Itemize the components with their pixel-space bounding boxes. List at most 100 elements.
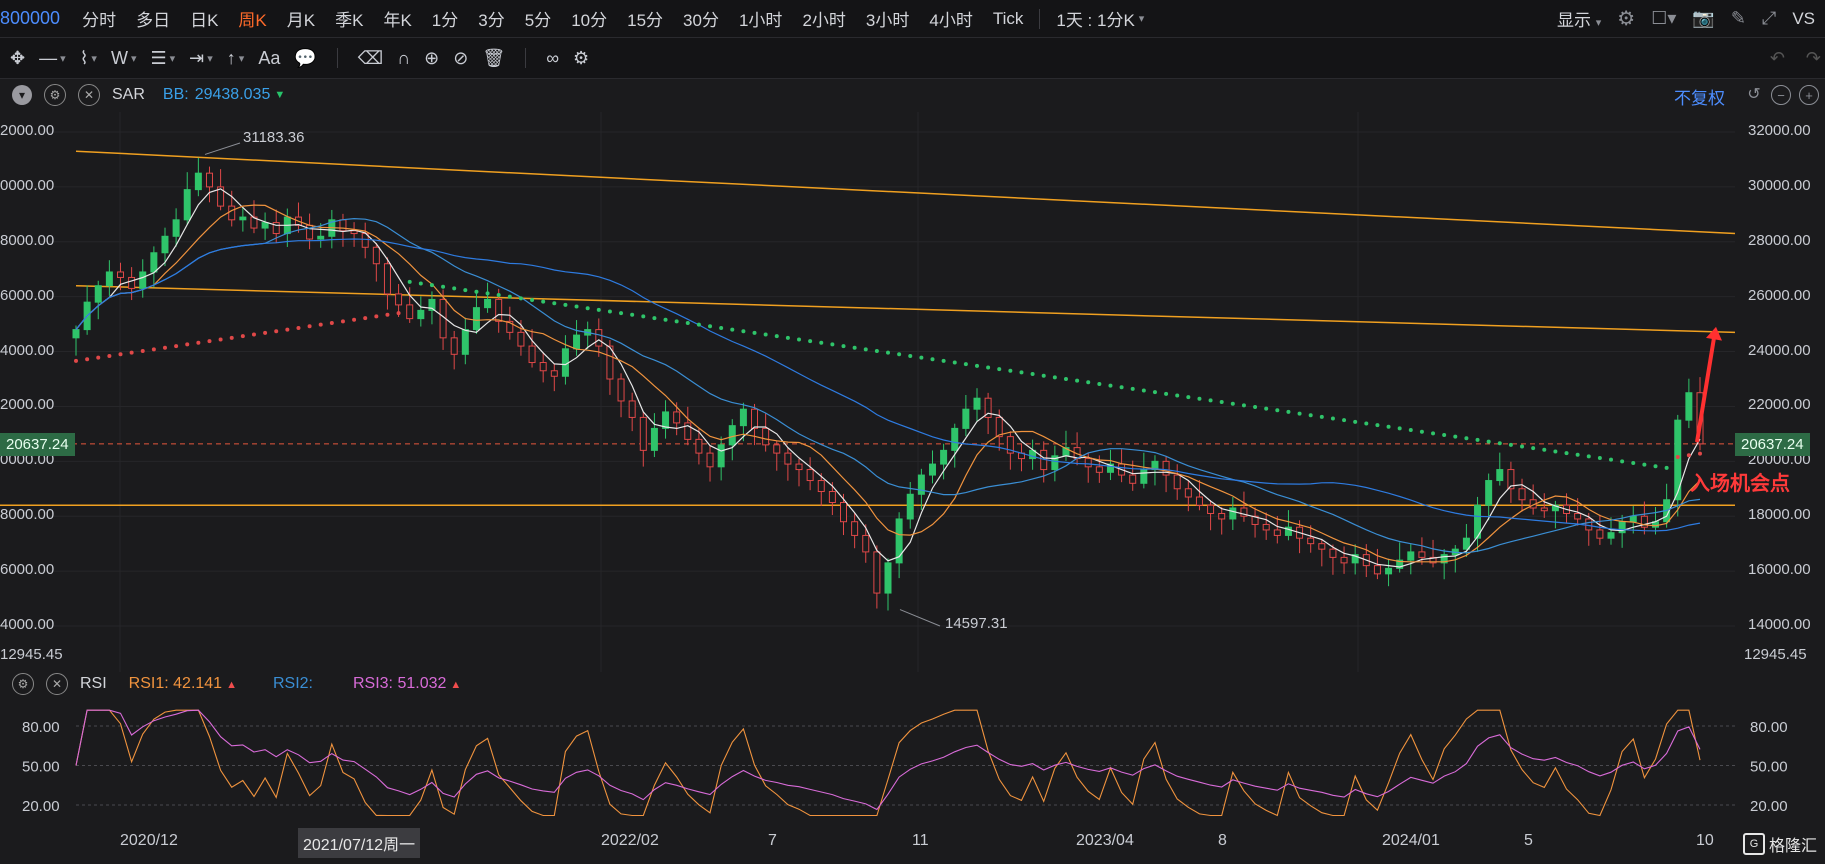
price-chart[interactable] xyxy=(0,112,1825,672)
timeframe-13[interactable]: 1小时 xyxy=(729,6,792,31)
y-tick-right: 18000.00 xyxy=(1748,506,1811,524)
sar-dot xyxy=(1497,441,1502,446)
sar-dot xyxy=(1130,386,1135,391)
redo-icon[interactable]: ↷ xyxy=(1806,48,1821,69)
timeframe-10[interactable]: 10分 xyxy=(561,6,617,31)
settings-icon[interactable]: ⚙ xyxy=(1617,6,1635,31)
y-tick-right: 32000.00 xyxy=(1748,122,1811,139)
rsi-chart[interactable]: 80.00 80.00 50.00 50.00 20.00 20.00 xyxy=(0,696,1825,824)
y-tick-left: 4000.00 xyxy=(0,341,55,359)
candle-body xyxy=(128,276,136,289)
sar-dot xyxy=(1486,439,1491,444)
move-icon[interactable]: ✥ xyxy=(10,48,25,69)
timeframe-9[interactable]: 5分 xyxy=(515,6,561,31)
candle-body xyxy=(1307,537,1315,545)
collapse-icon[interactable]: ▾ xyxy=(12,85,32,105)
timeframe-16[interactable]: 4小时 xyxy=(919,6,982,31)
camera-icon[interactable]: 📷 xyxy=(1692,8,1714,29)
eraser-icon[interactable]: ⌫ xyxy=(358,48,383,69)
sar-dot xyxy=(997,367,1002,372)
timeframe-17[interactable]: Tick xyxy=(983,9,1034,29)
layout-icon[interactable]: ☐▾ xyxy=(1651,8,1676,29)
arrow-tool-icon[interactable]: ↑ ▾ xyxy=(227,48,245,69)
display-menu[interactable]: 显示 ▾ xyxy=(1557,6,1601,31)
sar-dot xyxy=(329,321,334,326)
sar-dot xyxy=(1653,464,1658,469)
timeframe-15[interactable]: 3小时 xyxy=(856,6,919,31)
gear-icon[interactable]: ⚙ xyxy=(573,48,589,69)
undo-icon[interactable]: ↶ xyxy=(1770,48,1785,69)
sar-dot xyxy=(630,312,635,317)
candle-body xyxy=(873,551,881,594)
candle-body xyxy=(261,222,269,229)
sar-dot xyxy=(1264,406,1269,411)
candle-body xyxy=(528,345,536,364)
settings-icon[interactable]: ⚙ xyxy=(44,84,66,106)
timeframe-18[interactable]: 1天 : 1分K xyxy=(1046,6,1144,31)
y-tick-right: 14000.00 xyxy=(1748,616,1811,633)
reset-icon[interactable]: ↺ xyxy=(1745,85,1763,103)
close-icon[interactable]: ✕ xyxy=(46,673,68,695)
sar-dot xyxy=(474,289,479,294)
text-tool-icon[interactable]: Aa xyxy=(258,48,280,69)
settings-icon[interactable]: ⚙ xyxy=(12,673,34,695)
sar-dot xyxy=(819,340,824,345)
fullscreen-icon[interactable]: ⤢ xyxy=(1762,8,1776,29)
compare-button[interactable]: VS xyxy=(1792,9,1815,29)
y-tick-left: 2000.00 xyxy=(0,122,55,139)
maximize-icon[interactable]: + xyxy=(1799,85,1819,105)
sar-dot xyxy=(1197,396,1202,401)
range-tool-icon[interactable]: ⇥ ▾ xyxy=(189,48,213,69)
chevron-down-icon[interactable]: ▾ xyxy=(1139,12,1145,25)
path-tool-icon[interactable]: ⌇ ▾ xyxy=(80,48,97,69)
comment-icon[interactable]: 💬 xyxy=(294,48,316,69)
symbol-code[interactable]: 800000 xyxy=(0,8,60,29)
sar-dot xyxy=(974,363,979,368)
adjust-button[interactable]: 不复权 xyxy=(1674,84,1725,109)
link-icon[interactable]: ∞ xyxy=(546,48,559,69)
candle-body xyxy=(1329,548,1337,558)
timeframe-7[interactable]: 1分 xyxy=(422,6,468,31)
line-tool-icon[interactable]: — ▾ xyxy=(39,48,66,69)
wave-tool-icon[interactable]: W ▾ xyxy=(111,48,137,69)
timeframe-4[interactable]: 月K xyxy=(277,6,325,31)
sar-dot xyxy=(552,301,557,306)
timeframe-14[interactable]: 2小时 xyxy=(792,6,855,31)
moving-average-18 xyxy=(75,217,1701,554)
pen-icon[interactable]: ✎ xyxy=(1731,8,1746,29)
x-tick-label: 2023/04 xyxy=(1076,832,1134,849)
timeframe-toolbar: 800000 分时 多日 日K 周K 月K 季K 年K 1分 3分 5分 10分 15分 30分 1小时 2… xyxy=(0,0,1825,38)
price-tag-left: 20637.24 xyxy=(0,432,75,456)
fib-tool-icon[interactable]: ☰ ▾ xyxy=(150,48,175,69)
timeframe-1[interactable]: 多日 xyxy=(126,6,180,31)
timeframe-0[interactable]: 分时 xyxy=(72,6,126,31)
timeframe-6[interactable]: 年K xyxy=(373,6,421,31)
candle-body xyxy=(806,469,814,482)
timeframe-8[interactable]: 3分 xyxy=(468,6,514,31)
timeframe-11[interactable]: 15分 xyxy=(617,6,673,31)
close-icon[interactable]: ✕ xyxy=(78,84,100,106)
timeframe-2[interactable]: 日K xyxy=(180,6,228,31)
candle-body xyxy=(928,463,936,476)
candle-body xyxy=(372,246,380,265)
entry-label: 入场机会点 xyxy=(1690,473,1790,495)
sar-dot xyxy=(1419,429,1424,434)
lock-icon[interactable]: ⊕ xyxy=(424,48,439,69)
sar-dot xyxy=(897,352,902,357)
timeframe-3[interactable]: 周K xyxy=(228,6,276,31)
trash-icon[interactable]: 🗑 xyxy=(482,48,505,69)
minimize-icon[interactable]: − xyxy=(1771,85,1791,105)
magnet-icon[interactable]: ∩ xyxy=(397,48,410,69)
sar-dot xyxy=(1386,424,1391,429)
sar-dot xyxy=(1108,383,1113,388)
sar-dot xyxy=(1475,437,1480,442)
timeframe-5[interactable]: 季K xyxy=(325,6,373,31)
y-tick-right: 26000.00 xyxy=(1748,286,1811,304)
sar-dot xyxy=(74,358,78,363)
hide-icon[interactable]: ⊘ xyxy=(453,48,468,69)
x-tick-label: 2020/12 xyxy=(120,832,178,849)
rsi1-label: RSI1: 42.141 ▲ xyxy=(128,675,237,692)
rsi3-label: RSI3: 51.032 ▲ xyxy=(352,675,462,692)
timeframe-12[interactable]: 30分 xyxy=(673,6,729,31)
y-tick-right: 30000.00 xyxy=(1748,176,1811,194)
